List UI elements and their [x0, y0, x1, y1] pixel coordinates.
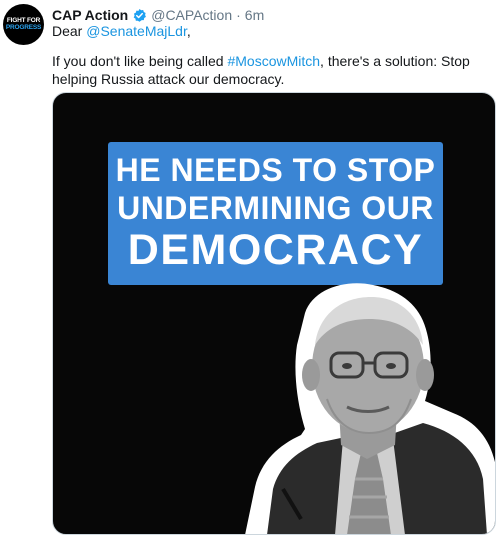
separator-dot: ·	[236, 7, 241, 23]
display-name[interactable]: CAP Action	[52, 7, 128, 23]
person-cutout-image	[245, 283, 495, 534]
tweet[interactable]: FIGHT FOR PROGRESS CAP Action @CAPAction…	[0, 0, 502, 547]
verified-badge-icon	[132, 8, 147, 23]
banner-line2: UNDERMINING OUR	[117, 190, 434, 226]
text-banner: HE NEEDS TO STOP UNDERMINING OUR DEMOCRA…	[108, 142, 443, 285]
avatar[interactable]: FIGHT FOR PROGRESS	[3, 4, 44, 45]
banner-line3: DEMOCRACY	[127, 226, 424, 274]
hashtag-link[interactable]: #MoscowMitch	[227, 53, 320, 69]
media-image[interactable]: HE NEEDS TO STOP UNDERMINING OUR DEMOCRA…	[52, 92, 496, 535]
banner-line1: HE NEEDS TO STOP	[115, 152, 436, 188]
tweet-text-body: If you don't like being called #MoscowMi…	[52, 52, 492, 88]
mention-link[interactable]: @SenateMajLdr	[86, 23, 187, 39]
greeting-text: Dear	[52, 23, 83, 39]
greeting-punct: ,	[186, 23, 191, 39]
body-prefix: If you don't like being called	[52, 53, 224, 69]
tweet-text-greeting: Dear @SenateMajLdr,	[52, 22, 191, 40]
user-handle[interactable]: @CAPAction	[151, 7, 232, 23]
timestamp[interactable]: 6m	[245, 7, 264, 23]
avatar-text-line2: PROGRESS	[5, 24, 42, 31]
